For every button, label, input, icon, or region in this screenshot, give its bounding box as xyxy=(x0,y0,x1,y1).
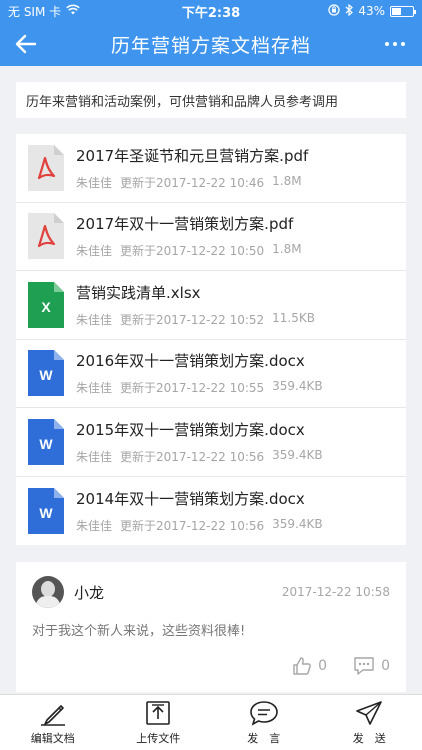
battery-level xyxy=(392,7,401,15)
word-file-icon: W xyxy=(28,350,64,397)
wifi-icon xyxy=(66,4,80,18)
folder-description: 历年来营销和活动案例，可供营销和品牌人员参考调用 xyxy=(16,82,406,118)
avatar[interactable] xyxy=(32,576,64,608)
send-plane-icon xyxy=(356,700,383,725)
file-author: 朱佳佳 xyxy=(76,381,113,396)
orientation-lock-icon xyxy=(328,3,340,19)
file-row[interactable]: W 2015年双十一营销策划方案.docx 朱佳佳 更新于2017-12-22 … xyxy=(16,408,406,477)
comment-card: 小龙 2017-12-22 10:58 对于我这个新人来说，这些资料很棒! 0 … xyxy=(16,562,406,692)
comment-time: 2017-12-22 10:58 xyxy=(281,585,390,599)
comment-icon xyxy=(354,657,374,675)
avatar-body xyxy=(36,596,60,608)
speak-tab[interactable]: 发 言 xyxy=(211,695,317,750)
chat-bubble-icon xyxy=(249,700,278,726)
upload-icon xyxy=(146,700,171,725)
file-row[interactable]: W 2016年双十一营销策划方案.docx 朱佳佳 更新于2017-12-22 … xyxy=(16,340,406,408)
word-letter: W xyxy=(39,367,53,383)
bluetooth-icon xyxy=(345,3,354,19)
upload-file-tab[interactable]: 上传文件 xyxy=(106,695,212,750)
file-updated: 更新于2017-12-22 10:46 xyxy=(120,175,265,190)
avatar-face xyxy=(41,581,55,597)
file-size: 1.8M xyxy=(272,242,302,257)
tab-label: 上传文件 xyxy=(136,731,181,745)
file-updated: 更新于2017-12-22 10:56 xyxy=(120,449,265,464)
file-updated: 更新于2017-12-22 10:52 xyxy=(120,312,265,327)
tab-label: 发 送 xyxy=(352,731,386,745)
word-letter: W xyxy=(39,436,53,452)
file-author: 朱佳佳 xyxy=(76,449,113,464)
file-updated: 更新于2017-12-22 10:50 xyxy=(120,244,265,259)
file-author: 朱佳佳 xyxy=(76,175,113,190)
file-name: 2016年双十一营销策划方案.docx xyxy=(76,352,305,371)
excel-letter: X xyxy=(41,299,51,315)
nav-bar: 历年营销方案文档存档 xyxy=(0,22,422,66)
file-updated: 更新于2017-12-22 10:56 xyxy=(120,518,265,533)
pdf-file-icon xyxy=(28,144,64,191)
pencil-icon xyxy=(40,704,65,726)
file-name: 2017年圣诞节和元旦营销方案.pdf xyxy=(76,146,309,165)
file-size: 359.4KB xyxy=(272,516,323,531)
file-row[interactable]: W 2014年双十一营销策划方案.docx 朱佳佳 更新于2017-12-22 … xyxy=(16,477,406,546)
file-name: 2017年双十一营销策划方案.pdf xyxy=(76,215,294,234)
like-button[interactable]: 0 xyxy=(292,656,327,676)
description-text: 历年来营销和活动案例，可供营销和品牌人员参考调用 xyxy=(26,94,339,110)
file-name: 2015年双十一营销策划方案.docx xyxy=(76,420,305,439)
more-dot xyxy=(385,42,389,46)
more-button[interactable] xyxy=(380,30,410,58)
file-name: 营销实践清单.xlsx xyxy=(76,283,201,302)
word-file-icon: W xyxy=(28,418,64,465)
carrier-label: 无 SIM 卡 xyxy=(8,4,62,19)
bottom-toolbar: 编辑文档 上传文件 发 言 发 送 xyxy=(0,694,422,750)
file-row[interactable]: X 营销实践清单.xlsx 朱佳佳 更新于2017-12-22 10:52 11… xyxy=(16,271,406,340)
thumbs-up-icon xyxy=(293,657,312,675)
file-size: 11.5KB xyxy=(272,310,315,325)
file-row[interactable]: 2017年圣诞节和元旦营销方案.pdf 朱佳佳 更新于2017-12-22 10… xyxy=(16,134,406,203)
status-bar: 无 SIM 卡 下午2:38 43% xyxy=(0,0,422,22)
send-tab[interactable]: 发 送 xyxy=(317,695,422,750)
battery-percent: 43% xyxy=(358,4,385,18)
battery-icon xyxy=(390,5,416,17)
more-dot xyxy=(401,42,405,46)
file-list: 2017年圣诞节和元旦营销方案.pdf 朱佳佳 更新于2017-12-22 10… xyxy=(16,134,406,545)
file-updated: 更新于2017-12-22 10:55 xyxy=(120,381,265,396)
tab-label: 编辑文档 xyxy=(30,731,75,745)
file-author: 朱佳佳 xyxy=(76,244,113,259)
back-button[interactable] xyxy=(12,30,40,58)
reply-button[interactable]: 0 xyxy=(353,656,390,676)
reply-count: 0 xyxy=(381,658,390,674)
file-author: 朱佳佳 xyxy=(76,518,113,533)
comment-username[interactable]: 小龙 xyxy=(74,582,104,603)
arrow-left-icon xyxy=(15,34,37,54)
file-size: 359.4KB xyxy=(272,447,323,462)
edit-document-tab[interactable]: 编辑文档 xyxy=(0,695,106,750)
file-size: 359.4KB xyxy=(272,379,323,394)
page-title: 历年营销方案文档存档 xyxy=(110,34,311,57)
word-letter: W xyxy=(39,505,53,521)
file-name: 2014年双十一营销策划方案.docx xyxy=(76,489,305,508)
tab-label: 发 言 xyxy=(247,731,281,745)
file-author: 朱佳佳 xyxy=(76,312,113,327)
file-row[interactable]: 2017年双十一营销策划方案.pdf 朱佳佳 更新于2017-12-22 10:… xyxy=(16,203,406,271)
word-file-icon: W xyxy=(28,487,64,534)
like-count: 0 xyxy=(318,658,328,674)
more-dot xyxy=(393,42,397,46)
file-size: 1.8M xyxy=(272,173,302,188)
pdf-file-icon xyxy=(28,213,64,260)
excel-file-icon: X xyxy=(28,281,64,328)
comment-text: 对于我这个新人来说，这些资料很棒! xyxy=(32,624,246,639)
